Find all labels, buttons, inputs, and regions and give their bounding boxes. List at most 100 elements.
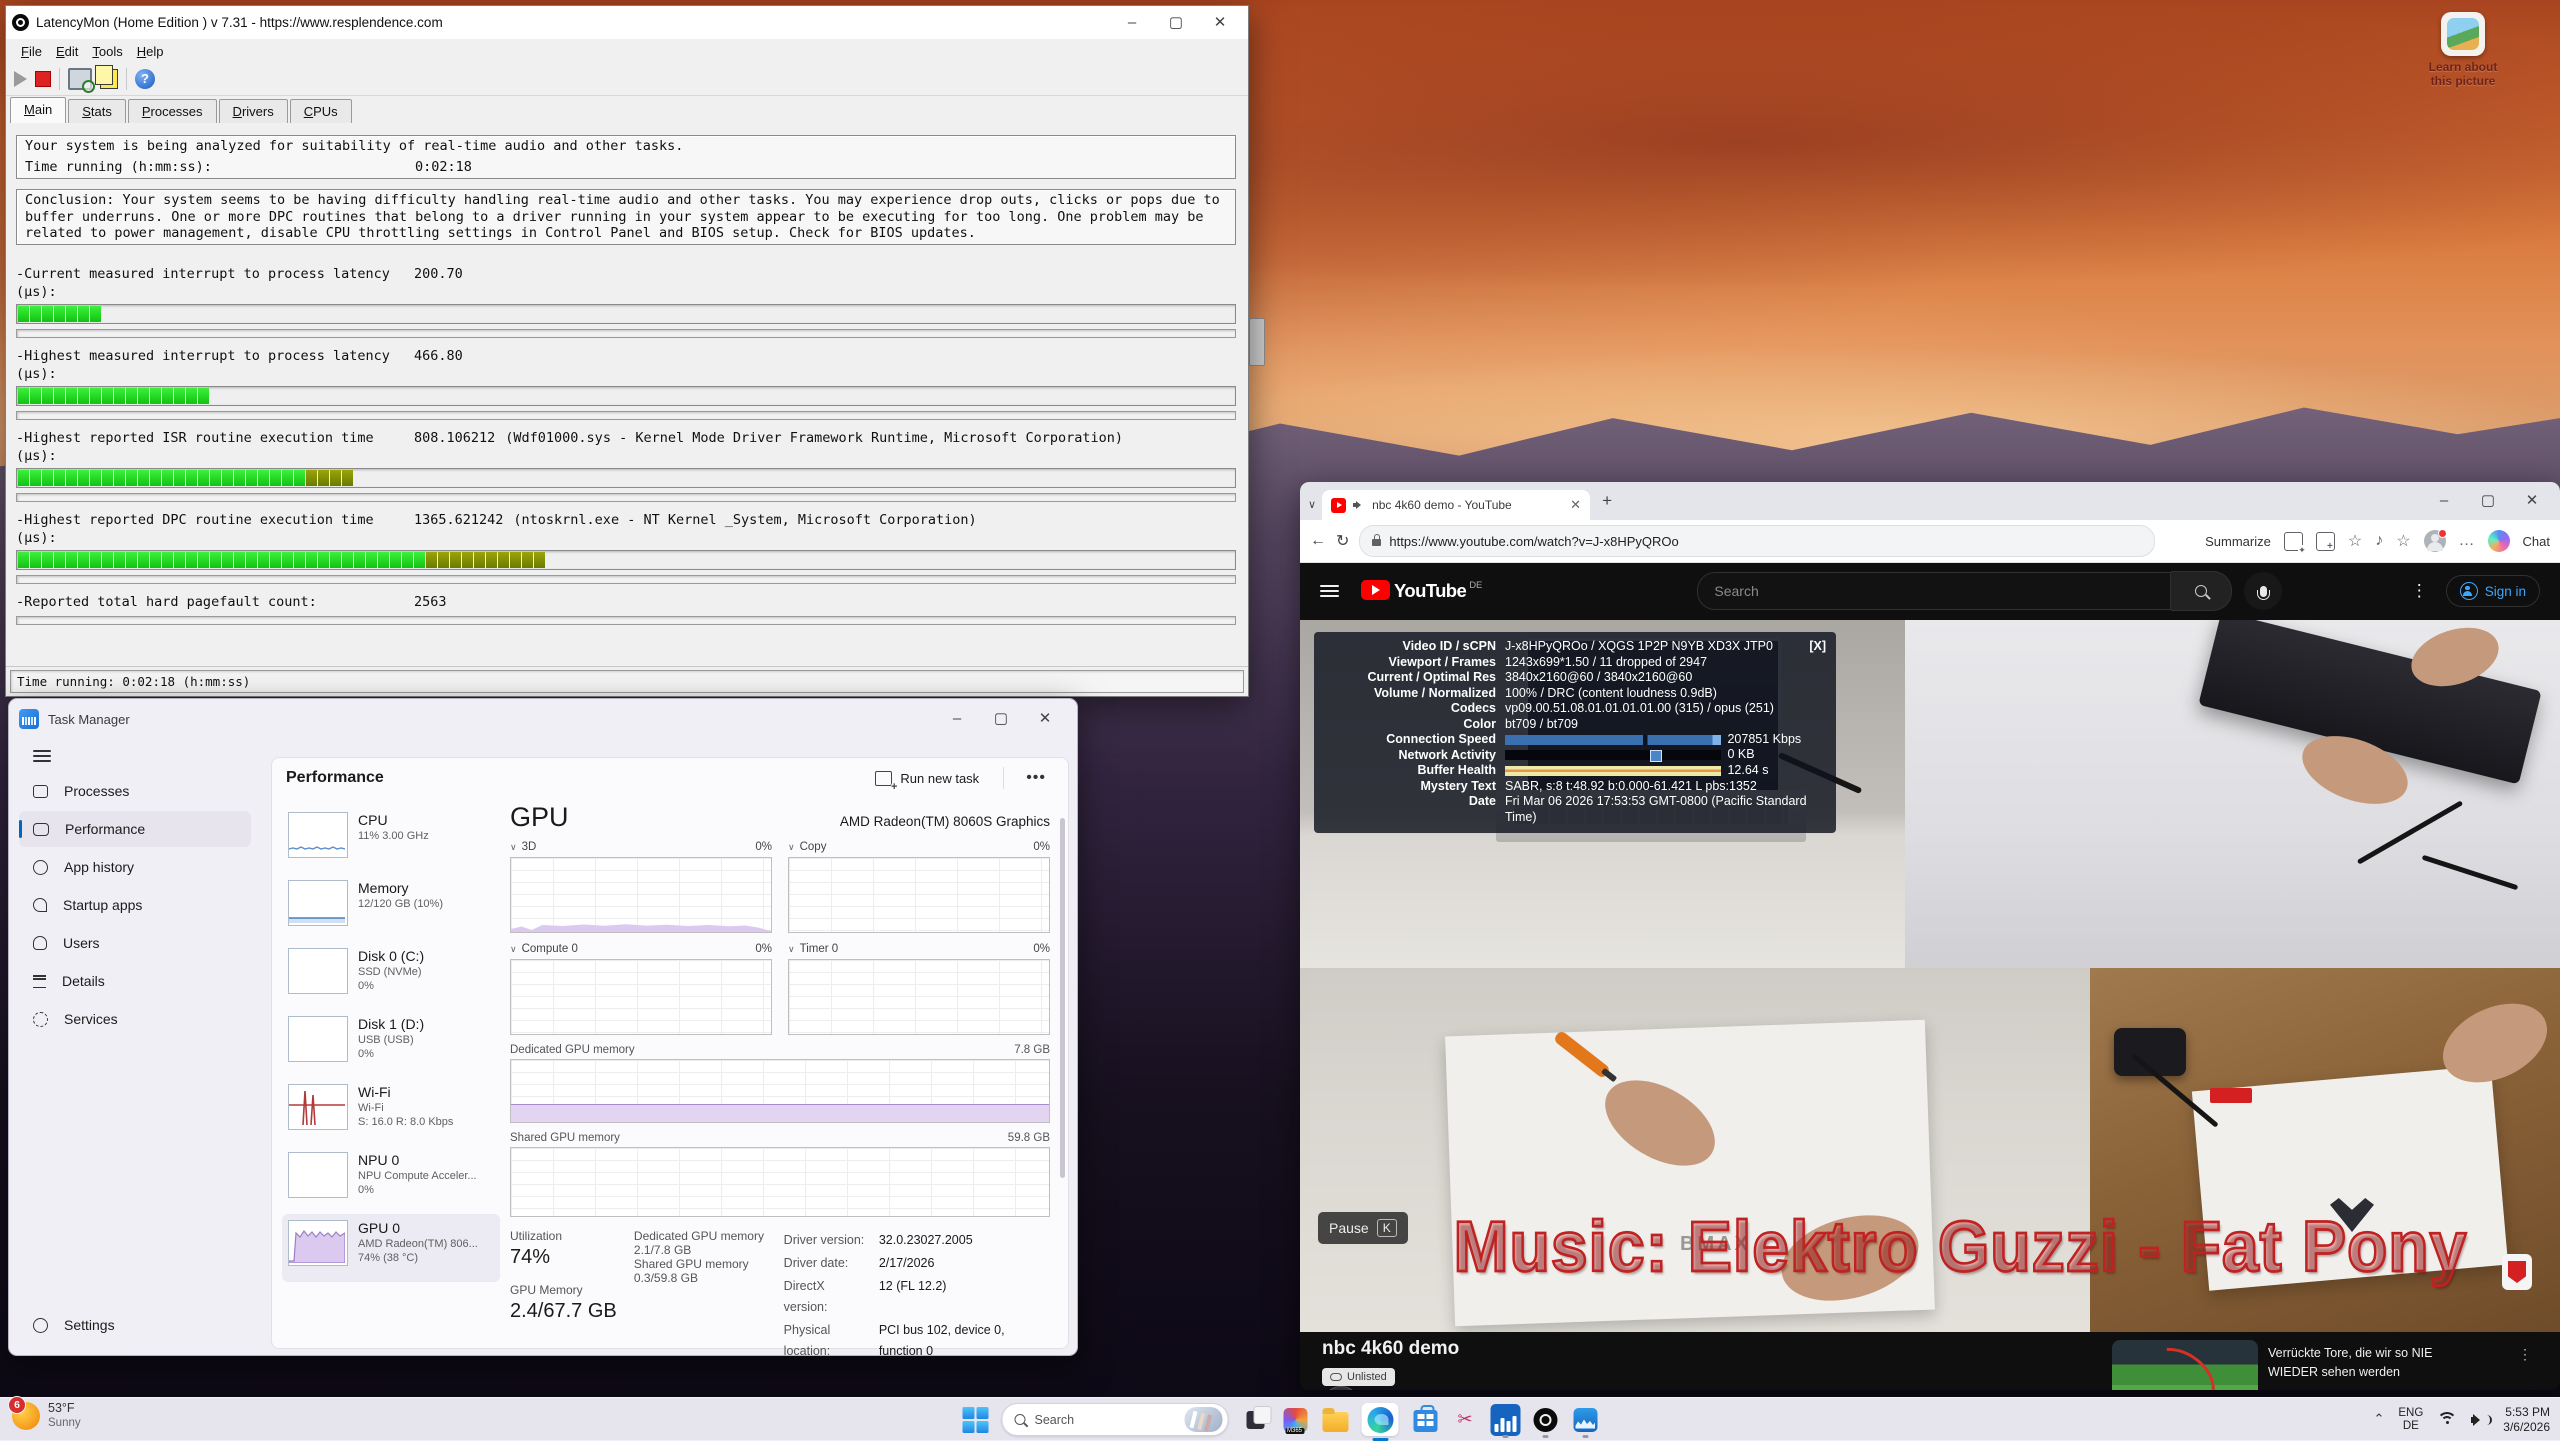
- perf-list-item-memory[interactable]: Memory12/120 GB (10%): [282, 874, 500, 942]
- tab-close-icon[interactable]: ✕: [1570, 497, 1581, 513]
- wifi-icon[interactable]: [2437, 1412, 2457, 1427]
- spotlight-icon[interactable]: [2441, 12, 2485, 56]
- profile-avatar[interactable]: [2424, 530, 2446, 552]
- file-explorer-icon[interactable]: [1322, 1406, 1349, 1433]
- browser-essentials-icon[interactable]: ♪: [2375, 532, 2383, 550]
- sign-in-button[interactable]: Sign in: [2446, 575, 2540, 607]
- sidebar-item-performance[interactable]: Performance: [19, 811, 251, 847]
- channel-avatar[interactable]: [1322, 1386, 1360, 1390]
- weather-widget[interactable]: 6 53°F Sunny: [12, 1401, 81, 1430]
- tab-audio-icon[interactable]: [1353, 500, 1365, 510]
- close-button[interactable]: ✕: [1198, 9, 1242, 37]
- task-manager-titlebar[interactable]: Task Manager – ▢ ✕: [9, 699, 1077, 739]
- search-icon: [2195, 585, 2207, 597]
- perf-list-item-cpu[interactable]: CPU11% 3.00 GHz: [282, 806, 500, 874]
- stats-for-nerds-panel[interactable]: [X] Video ID / sCPNJ-x8HPyQROo / XQGS 1P…: [1314, 632, 1836, 833]
- address-bar[interactable]: https://www.youtube.com/watch?v=J-x8HPyQ…: [1359, 525, 2155, 557]
- analyze-icon[interactable]: [68, 68, 92, 90]
- perf-list-item-disk-1-d-[interactable]: Disk 1 (D:)USB (USB)0%: [282, 1010, 500, 1078]
- copy-report-icon[interactable]: [100, 69, 118, 89]
- sidebar-hamburger[interactable]: [19, 741, 251, 771]
- browser-tab[interactable]: nbc 4k60 demo - YouTube ✕: [1322, 490, 1590, 520]
- maximize-button[interactable]: ▢: [2466, 487, 2510, 515]
- clock[interactable]: 5:53 PM 3/6/2026: [2503, 1405, 2550, 1435]
- tab-search-chevron-icon[interactable]: ∨: [1308, 498, 1316, 511]
- shared-mem-stat-value: 0.3/59.8 GB: [634, 1271, 767, 1285]
- back-button[interactable]: ←: [1310, 532, 1326, 550]
- refresh-button[interactable]: ↻: [1336, 531, 1349, 551]
- search-button[interactable]: [2171, 571, 2232, 611]
- menu-file[interactable]: File: [14, 42, 49, 61]
- task-manager-taskbar-icon[interactable]: [1572, 1406, 1599, 1433]
- voice-search-button[interactable]: [2244, 572, 2282, 610]
- perf-item-line1: Wi-Fi: [358, 1101, 453, 1115]
- stop-monitor-icon[interactable]: [35, 71, 51, 87]
- help-icon[interactable]: ?: [135, 69, 155, 89]
- collections-icon[interactable]: ☆: [2396, 531, 2410, 551]
- menu-edit[interactable]: Edit: [49, 42, 85, 61]
- search-input[interactable]: Search: [1697, 572, 2171, 610]
- taskbar-search[interactable]: Search: [1002, 1403, 1229, 1436]
- summarize-label[interactable]: Summarize: [2205, 534, 2271, 549]
- close-button[interactable]: ✕: [2510, 487, 2554, 515]
- tab-stats[interactable]: Stats: [68, 99, 126, 123]
- url-text[interactable]: https://www.youtube.com/watch?v=J-x8HPyQ…: [1389, 534, 1678, 549]
- recommended-thumbnail[interactable]: [2112, 1340, 2258, 1390]
- maximize-button[interactable]: ▢: [1154, 9, 1198, 37]
- m365-copilot-icon[interactable]: [1282, 1406, 1309, 1433]
- copilot-icon[interactable]: [2488, 530, 2510, 552]
- lock-icon[interactable]: [1372, 539, 1381, 546]
- youtube-more-icon[interactable]: ⋮: [2411, 581, 2428, 601]
- snipping-tool-icon[interactable]: ✂: [1452, 1406, 1479, 1433]
- recommended-more-icon[interactable]: ⋮: [2518, 1346, 2532, 1363]
- spotlight-widget[interactable]: Learn about this picture: [2398, 12, 2528, 88]
- scrollbar[interactable]: [1060, 818, 1065, 1178]
- run-new-task-button[interactable]: Run new task: [865, 765, 989, 792]
- settings-more-icon[interactable]: …: [2459, 532, 2475, 550]
- start-button[interactable]: [962, 1406, 989, 1433]
- youtube-logo[interactable]: YouTube DE: [1361, 580, 1482, 602]
- language-switcher[interactable]: ENG DE: [2398, 1407, 2423, 1433]
- tab-drivers[interactable]: Drivers: [219, 99, 288, 123]
- hidden-icons-chevron[interactable]: ⌃: [2373, 1411, 2384, 1427]
- perf-list-item-gpu-0[interactable]: GPU 0AMD Radeon(TM) 806...74% (38 °C): [282, 1214, 500, 1282]
- speaker-icon[interactable]: [2471, 1413, 2489, 1427]
- task-view-button[interactable]: [1242, 1406, 1269, 1433]
- start-monitor-icon[interactable]: [14, 71, 27, 87]
- perf-list-item-disk-0-c-[interactable]: Disk 0 (C:)SSD (NVMe)0%: [282, 942, 500, 1010]
- sidebar-item-details[interactable]: Details: [19, 963, 251, 999]
- perf-list-item-npu-0[interactable]: NPU 0NPU Compute Acceler...0%: [282, 1146, 500, 1214]
- edge-taskbar-icon[interactable]: [1362, 1403, 1399, 1436]
- tab-processes[interactable]: Processes: [128, 99, 217, 123]
- new-tab-button[interactable]: +: [1602, 491, 1612, 511]
- sidebar-item-users[interactable]: Users: [19, 925, 251, 961]
- perf-list-item-wi-fi[interactable]: Wi-FiWi-FiS: 16.0 R: 8.0 Kbps: [282, 1078, 500, 1146]
- maximize-button[interactable]: ▢: [979, 705, 1023, 733]
- sidebar-item-startup-apps[interactable]: Startup apps: [19, 887, 251, 923]
- copilot-chat-label[interactable]: Chat: [2523, 534, 2550, 549]
- tab-main[interactable]: Main: [10, 97, 66, 123]
- latencymon-titlebar[interactable]: LatencyMon (Home Edition ) v 7.31 - http…: [6, 6, 1248, 39]
- sidebar-item-app-history[interactable]: App history: [19, 849, 251, 885]
- favorites-star-icon[interactable]: ☆: [2348, 531, 2362, 551]
- minimize-button[interactable]: –: [2422, 487, 2466, 515]
- close-button[interactable]: ✕: [1023, 705, 1067, 733]
- latencymon-taskbar-icon[interactable]: [1532, 1406, 1559, 1433]
- menu-tools[interactable]: Tools: [85, 42, 129, 61]
- microsoft-store-icon[interactable]: [1412, 1406, 1439, 1433]
- split-screen-icon[interactable]: [2316, 532, 2335, 551]
- minimize-button[interactable]: –: [1110, 9, 1154, 37]
- more-options-button[interactable]: •••: [1018, 769, 1054, 787]
- summarize-icon[interactable]: [2284, 532, 2303, 551]
- youtube-menu-icon[interactable]: [1320, 582, 1339, 600]
- stats-close-button[interactable]: [X]: [1809, 639, 1826, 655]
- menu-help[interactable]: Help: [130, 42, 171, 61]
- video-player[interactable]: BMAX [X] Video ID / sCPNJ-x8HPyQROo / XQ…: [1300, 620, 2560, 1332]
- tab-cpus[interactable]: CPUs: [290, 99, 352, 123]
- sidebar-item-settings[interactable]: Settings: [19, 1307, 251, 1343]
- recommended-video-title[interactable]: Verrückte Tore, die wir so NIE WIEDER se…: [2268, 1344, 2504, 1382]
- sidebar-item-processes[interactable]: Processes: [19, 773, 251, 809]
- minimize-button[interactable]: –: [935, 705, 979, 733]
- sidebar-item-services[interactable]: Services: [19, 1001, 251, 1037]
- stats-app-icon[interactable]: [1492, 1406, 1519, 1433]
